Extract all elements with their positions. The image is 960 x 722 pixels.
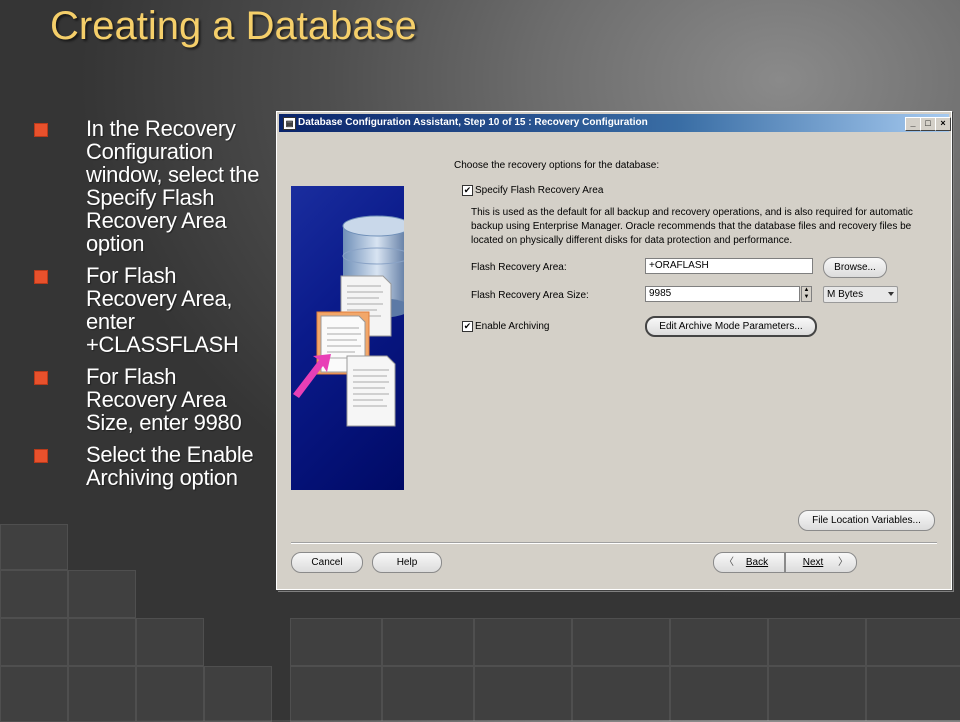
edit-archive-params-button[interactable]: Edit Archive Mode Parameters... [645, 316, 817, 337]
enable-archiving-checkbox[interactable]: ✔ [462, 321, 473, 332]
flash-area-label: Flash Recovery Area: [471, 262, 567, 273]
specify-flash-label[interactable]: Specify Flash Recovery Area [475, 185, 603, 196]
chevron-right-icon: 〉 [838, 557, 848, 568]
app-icon[interactable]: ▤ [283, 117, 296, 130]
dbca-dialog: ▤ Database Configuration Assistant, Step… [276, 111, 952, 590]
flash-area-description: This is used as the default for all back… [471, 207, 913, 246]
window-title: Database Configuration Assistant, Step 1… [298, 117, 648, 128]
footer-divider [291, 542, 937, 544]
browse-button[interactable]: Browse... [823, 257, 887, 278]
slide-title: Creating a Database [50, 4, 417, 48]
help-button[interactable]: Help [372, 552, 442, 573]
maximize-button[interactable]: □ [920, 117, 936, 131]
wizard-illustration [291, 186, 404, 490]
bullet-item: In the Recovery Configuration window, se… [34, 117, 266, 255]
bullet-marker [34, 371, 48, 385]
flash-size-input[interactable] [645, 286, 800, 302]
bullet-marker [34, 270, 48, 284]
database-recovery-illustration-icon [293, 215, 404, 427]
recovery-options-prompt: Choose the recovery options for the data… [454, 160, 660, 171]
back-button-label: Back [745, 557, 769, 568]
file-location-variables-button[interactable]: File Location Variables... [798, 510, 935, 531]
close-button[interactable]: × [935, 117, 951, 131]
bullet-text: For Flash Recovery Area, enter +CLASSFLA… [86, 263, 239, 357]
bullet-list: In the Recovery Configuration window, se… [34, 117, 266, 498]
bullet-marker [34, 449, 48, 463]
minimize-button[interactable]: _ [905, 117, 921, 131]
bullet-item: For Flash Recovery Area, enter +CLASSFLA… [34, 264, 266, 356]
chevron-left-icon: 〈 [724, 557, 734, 568]
next-button[interactable]: Next 〉 [785, 552, 857, 573]
cancel-button[interactable]: Cancel [291, 552, 363, 573]
bullet-text: In the Recovery Configuration window, se… [86, 116, 260, 256]
flash-size-label: Flash Recovery Area Size: [471, 290, 589, 301]
specify-flash-checkbox[interactable]: ✔ [462, 185, 473, 196]
back-button[interactable]: 〈 Back [713, 552, 785, 573]
flash-area-input[interactable] [645, 258, 813, 274]
flash-size-stepper[interactable]: ▲ ▼ [801, 286, 812, 302]
bullet-item: Select the Enable Archiving option [34, 443, 266, 489]
stepper-down-icon[interactable]: ▼ [802, 294, 811, 301]
stepper-up-icon[interactable]: ▲ [802, 287, 811, 294]
bullet-text: Select the Enable Archiving option [86, 442, 254, 490]
bullet-marker [34, 123, 48, 137]
size-unit-select[interactable]: M Bytes [823, 286, 898, 303]
chevron-down-icon [888, 292, 894, 296]
next-button-label: Next [802, 557, 824, 568]
enable-archiving-label[interactable]: Enable Archiving [475, 321, 550, 332]
size-unit-value: M Bytes [827, 289, 864, 300]
bullet-item: For Flash Recovery Area Size, enter 9980 [34, 365, 266, 434]
bullet-text: For Flash Recovery Area Size, enter 9980 [86, 364, 242, 435]
window-titlebar[interactable]: ▤ Database Configuration Assistant, Step… [279, 114, 951, 132]
